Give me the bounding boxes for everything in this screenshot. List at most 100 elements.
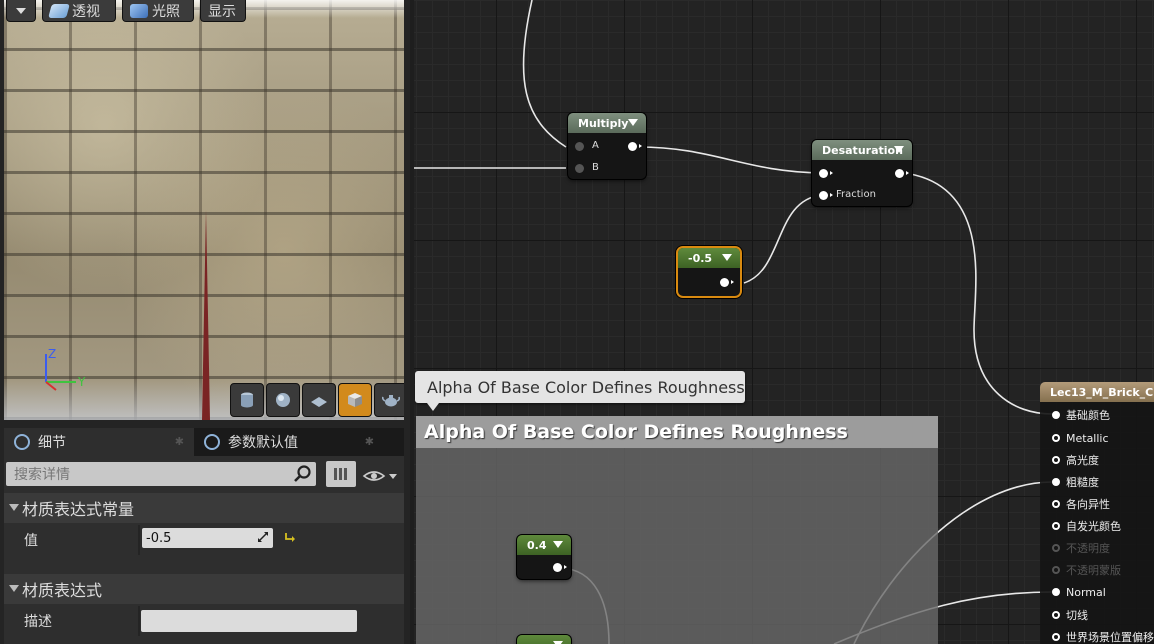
constant-node-04[interactable]: 0.4: [517, 535, 571, 579]
wire-to-base-color: [903, 172, 1053, 415]
result-title: Lec13_M_Brick_Clay: [1050, 385, 1154, 399]
column-divider: [138, 525, 140, 555]
result-input-label: 世界场景位置偏移: [1066, 631, 1154, 644]
result-input-opacity-mask: 不透明蒙版: [1052, 563, 1121, 577]
desaturation-title: Desaturation: [822, 143, 903, 157]
result-input-anisotropy[interactable]: 各向异性: [1052, 497, 1110, 511]
pin-connected-icon: [1052, 411, 1060, 419]
material-graph-canvas[interactable]: Multiply A B Desaturation Fraction -0.5 …: [414, 0, 1154, 644]
wire-multiply-to-desaturation: [637, 146, 823, 174]
result-input-normal[interactable]: Normal: [1052, 585, 1106, 599]
multiply-output-pin[interactable]: [628, 142, 642, 151]
pin-disabled-icon: [1052, 566, 1060, 574]
desaturation-output-pin[interactable]: [895, 169, 909, 178]
constant-04-output-pin[interactable]: [553, 563, 567, 572]
category-constant-header[interactable]: 材质表达式常量: [4, 493, 404, 523]
preview-shape-toolbar: [230, 383, 404, 417]
comment-bubble[interactable]: Alpha Of Base Color Defines Roughness: [415, 371, 745, 411]
pin-disabled-icon: [1052, 544, 1060, 552]
result-input-label: 不透明蒙版: [1066, 564, 1121, 577]
chevron-down-icon[interactable]: [628, 119, 638, 126]
multiply-title: Multiply: [578, 116, 629, 130]
comment-bubble-text: Alpha Of Base Color Defines Roughness: [427, 377, 745, 397]
value-input[interactable]: -0.5: [142, 528, 273, 548]
chevron-down-icon: [389, 474, 397, 479]
desaturation-node[interactable]: Desaturation Fraction: [812, 140, 912, 206]
chevron-down-icon[interactable]: [722, 254, 732, 261]
pin-icon: [1052, 434, 1060, 442]
material-preview-viewport[interactable]: 透视 光照 显示 Z Y: [4, 0, 404, 420]
details-search-input[interactable]: 搜索详情: [6, 462, 316, 486]
lit-button[interactable]: 光照: [122, 0, 194, 22]
result-input-world-position-offset[interactable]: 世界场景位置偏移: [1052, 630, 1154, 644]
comment-box[interactable]: Alpha Of Base Color Defines Roughness: [416, 416, 938, 644]
multiply-pin-a[interactable]: [575, 142, 584, 151]
value-property-row: 值 -0.5: [4, 525, 404, 555]
result-input-specular[interactable]: 高光度: [1052, 453, 1099, 467]
result-input-label: Normal: [1066, 585, 1106, 599]
multiply-node[interactable]: Multiply A B: [568, 113, 646, 179]
constant-node-partial[interactable]: [517, 635, 571, 644]
lit-label: 光照: [152, 3, 180, 20]
tab-close-icon[interactable]: ✱: [175, 435, 184, 448]
material-result-node[interactable]: Lec13_M_Brick_Clay 基础颜色 Metallic 高光度 粗糙度…: [1040, 382, 1154, 644]
constant-node-header: -0.5: [678, 248, 740, 268]
pin-icon: [1052, 611, 1060, 619]
comment-title[interactable]: Alpha Of Base Color Defines Roughness: [416, 416, 938, 448]
tab-parameter-defaults[interactable]: 参数默认值 ✱: [194, 428, 384, 456]
result-input-roughness[interactable]: 粗糙度: [1052, 475, 1099, 489]
pin-connected-icon: [1052, 588, 1060, 596]
desaturation-node-header: Desaturation: [812, 140, 912, 160]
plane-preview-button[interactable]: [302, 383, 336, 417]
teapot-icon: [382, 395, 400, 407]
search-icon: [294, 465, 311, 482]
cube-preview-button[interactable]: [338, 383, 372, 417]
desaturation-fraction-pin[interactable]: [819, 191, 833, 200]
result-input-label: 不透明度: [1066, 542, 1110, 555]
result-input-label: 基础颜色: [1066, 409, 1110, 422]
result-input-label: 各向异性: [1066, 498, 1110, 511]
property-matrix-button[interactable]: [326, 461, 356, 487]
constant-node-selected[interactable]: -0.5: [678, 248, 740, 296]
multiply-pin-a-label: A: [592, 140, 599, 151]
description-property-row: 描述: [4, 606, 404, 636]
result-input-emissive[interactable]: 自发光颜色: [1052, 519, 1121, 533]
multiply-node-header: Multiply: [568, 113, 646, 133]
pin-icon: [1052, 522, 1060, 530]
result-input-base-color[interactable]: 基础颜色: [1052, 408, 1110, 422]
result-input-label: 粗糙度: [1066, 476, 1099, 489]
axis-z-label: Z: [48, 347, 56, 361]
constant-output-pin[interactable]: [720, 278, 734, 287]
teapot-preview-button[interactable]: [374, 383, 404, 417]
category-expression-header[interactable]: 材质表达式: [4, 574, 404, 604]
constant-04-header: 0.4: [517, 535, 571, 555]
tab-close-icon[interactable]: ✱: [365, 435, 374, 448]
reset-to-default-icon[interactable]: [284, 531, 296, 543]
plane-icon: [311, 397, 327, 407]
result-input-tangent[interactable]: 切线: [1052, 608, 1088, 622]
collapse-arrow-icon: [9, 504, 19, 511]
result-input-opacity: 不透明度: [1052, 541, 1110, 555]
constant-04-title: 0.4: [527, 538, 547, 552]
result-input-label: 高光度: [1066, 454, 1099, 467]
parameter-defaults-icon: [204, 434, 220, 450]
viewport-options-button[interactable]: [6, 0, 36, 22]
drag-handle-icon[interactable]: [257, 531, 269, 543]
tab-details[interactable]: 细节 ✱: [4, 428, 194, 456]
desaturation-input-pin[interactable]: [819, 169, 833, 178]
visibility-filter-button[interactable]: [362, 468, 402, 484]
chevron-down-icon[interactable]: [894, 146, 904, 153]
search-placeholder: 搜索详情: [14, 467, 70, 483]
details-panel: 搜索详情 材质表达式常量 值 -0.5 材质表达式 描述: [4, 456, 404, 644]
description-input[interactable]: [141, 610, 357, 632]
chevron-down-icon[interactable]: [553, 541, 563, 548]
multiply-pin-b-label: B: [592, 162, 599, 173]
show-button[interactable]: 显示: [200, 0, 246, 22]
result-input-metallic[interactable]: Metallic: [1052, 431, 1109, 445]
value-text: -0.5: [146, 530, 172, 546]
cylinder-preview-button[interactable]: [230, 383, 264, 417]
perspective-button[interactable]: 透视: [42, 0, 116, 22]
multiply-pin-b[interactable]: [575, 164, 584, 173]
sphere-preview-button[interactable]: [266, 383, 300, 417]
result-input-label: 切线: [1066, 609, 1088, 622]
